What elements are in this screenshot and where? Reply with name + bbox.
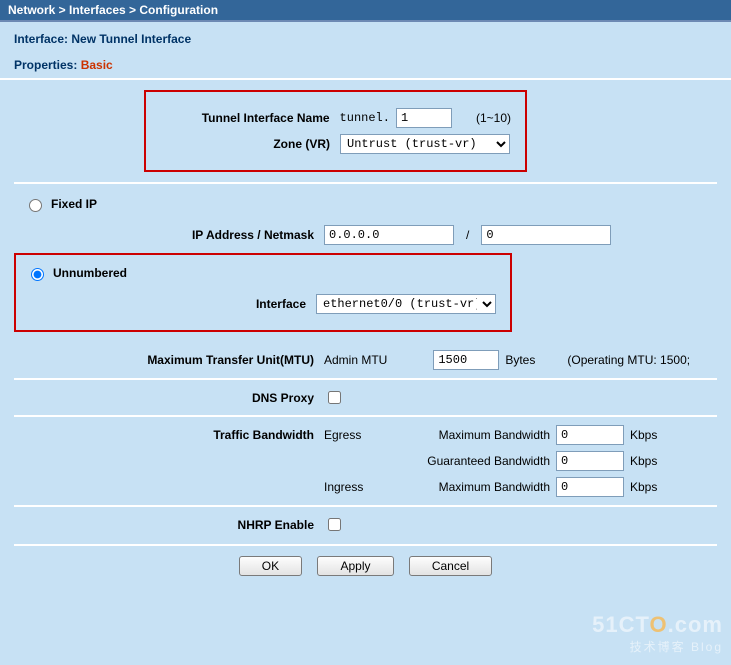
mtu-operating: (Operating MTU: 1500;: [567, 353, 690, 367]
unnum-iface-label: Interface: [26, 297, 316, 311]
page-title: Interface: New Tunnel Interface: [14, 32, 717, 46]
unnumbered-radio-label[interactable]: Unnumbered: [26, 265, 127, 281]
ingress-max-unit: Kbps: [630, 480, 657, 494]
ip-netmask-label: IP Address / Netmask: [14, 228, 324, 242]
mtu-label: Maximum Transfer Unit(MTU): [14, 353, 324, 367]
egress-guar-unit: Kbps: [630, 454, 657, 468]
unnumbered-radio[interactable]: [31, 268, 44, 281]
ingress-label: Ingress: [324, 480, 384, 494]
nhrp-label: NHRP Enable: [14, 518, 324, 532]
tunnel-name-range: (1~10): [476, 111, 511, 125]
unnumbered-text: Unnumbered: [53, 266, 127, 280]
mtu-unit: Bytes: [505, 353, 535, 367]
netmask-input[interactable]: [481, 225, 611, 245]
mtu-input[interactable]: [433, 350, 499, 370]
ok-button[interactable]: OK: [239, 556, 302, 576]
fixed-ip-radio[interactable]: [29, 199, 42, 212]
egress-guar-input[interactable]: [556, 451, 624, 471]
egress-guar-label: Guaranteed Bandwidth: [390, 454, 550, 468]
egress-max-unit: Kbps: [630, 428, 657, 442]
egress-max-input[interactable]: [556, 425, 624, 445]
properties-value: Basic: [81, 58, 113, 72]
egress-label: Egress: [324, 428, 384, 442]
watermark: 51CTO.com 技术博客 Blog: [592, 612, 723, 655]
dns-proxy-checkbox[interactable]: [328, 391, 341, 404]
traffic-bw-label: Traffic Bandwidth: [14, 428, 324, 442]
ip-address-input[interactable]: [324, 225, 454, 245]
zone-label: Zone (VR): [160, 137, 340, 151]
tunnel-name-input[interactable]: [396, 108, 452, 128]
properties-label: Properties:: [14, 58, 77, 72]
nhrp-checkbox[interactable]: [328, 518, 341, 531]
breadcrumb: Network > Interfaces > Configuration: [0, 0, 731, 22]
egress-max-label: Maximum Bandwidth: [390, 428, 550, 442]
tunnel-config-group: Tunnel Interface Name tunnel. (1~10) Zon…: [144, 90, 527, 172]
unnum-iface-select[interactable]: ethernet0/0 (trust-vr): [316, 294, 496, 314]
unnumbered-group: Unnumbered Interface ethernet0/0 (trust-…: [14, 253, 512, 332]
admin-mtu-label: Admin MTU: [324, 353, 387, 367]
cancel-button[interactable]: Cancel: [409, 556, 492, 576]
tunnel-name-prefix: tunnel.: [340, 111, 390, 125]
tunnel-name-label: Tunnel Interface Name: [160, 111, 340, 125]
zone-select[interactable]: Untrust (trust-vr): [340, 134, 510, 154]
fixed-ip-text: Fixed IP: [51, 197, 97, 211]
fixed-ip-radio-label[interactable]: Fixed IP: [24, 196, 97, 212]
ip-mask-separator: /: [460, 228, 475, 242]
ingress-max-input[interactable]: [556, 477, 624, 497]
properties-line: Properties: Basic: [14, 58, 717, 72]
ingress-max-label: Maximum Bandwidth: [390, 480, 550, 494]
dns-proxy-label: DNS Proxy: [14, 391, 324, 405]
apply-button[interactable]: Apply: [317, 556, 393, 576]
